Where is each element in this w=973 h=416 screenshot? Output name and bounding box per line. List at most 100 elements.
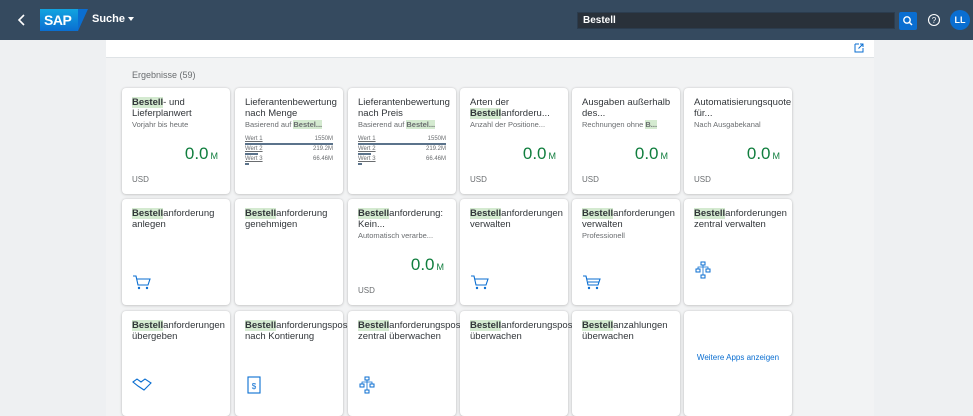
comparison-chart: Wert 1 1550M Wert 2 219.2M Wert 3 66.46M: [245, 136, 333, 166]
kpi-unit: USD: [470, 175, 487, 184]
kpi-value: 0.0: [184, 144, 209, 163]
comparison-label: Wert 2: [245, 146, 263, 152]
tile-subtitle: Basierend auf: [245, 120, 294, 129]
tile-title-rest: anforderu...: [501, 107, 550, 119]
tile-bestellanforderung-anlegen[interactable]: Bestellanforderung anlegen: [122, 199, 230, 305]
tile-title: Lieferantenbewertung nach Menge: [245, 97, 337, 119]
tile-title-highlight: Bestell: [582, 320, 614, 331]
tile-bestellanforderungspositionen-ueberwachen[interactable]: Bestellanforderungspositionen überwachen: [460, 311, 600, 416]
org-icon: [358, 376, 378, 394]
kpi-value: 0.0: [410, 255, 435, 274]
tile-bestellanforderungen-uebergeben[interactable]: Bestellanforderungen übergeben: [122, 311, 230, 416]
tile-subtitle-highlight: Bestel...: [406, 120, 436, 129]
tile-title-highlight: Bestell: [132, 208, 164, 219]
show-more-apps-link[interactable]: Weitere Apps anzeigen: [684, 351, 792, 364]
tile-title-highlight: Bestell: [470, 107, 502, 119]
tile-automatisierungsquote[interactable]: Automatisierungsquote für... Nach Ausgabe…: [684, 88, 792, 194]
document-icon: $: [245, 376, 265, 394]
tile-title: Arten der: [470, 97, 510, 108]
comparison-bar: [358, 153, 371, 155]
tile-lieferantenbewertung-preis[interactable]: Lieferantenbewertung nach Preis Basierend…: [348, 88, 456, 194]
svg-text:$: $: [252, 382, 257, 391]
tile-bestellanforderung-genehmigen[interactable]: Bestellanforderung genehmigen: [235, 199, 343, 305]
toolbar: [106, 40, 874, 58]
tile-subtitle: Vorjahr bis heute: [132, 120, 189, 129]
tile-subtitle: Rechnungen ohne: [582, 120, 646, 129]
tile-subtitle: Anzahl der Positione...: [470, 120, 546, 129]
kpi-value: 0.0: [634, 144, 659, 163]
tile-title: Lieferantenbewertung nach Preis: [358, 97, 450, 119]
back-icon[interactable]: [14, 12, 30, 28]
tile-bestellanforderungen-verwalten-professionell[interactable]: Bestellanforderungen verwalten Profession…: [572, 199, 680, 305]
tile-bestellanforderungen-verwalten[interactable]: Bestellanforderungen verwalten: [460, 199, 568, 305]
comparison-value: 66.46M: [312, 156, 333, 162]
comparison-label: Wert 3: [358, 156, 376, 162]
search-menu[interactable]: Suche: [92, 13, 135, 25]
show-more-apps-tile[interactable]: Weitere Apps anzeigen: [684, 311, 792, 416]
tile-ausgaben-ausserhalb[interactable]: Ausgaben außerhalb des... Rechnungen ohne…: [572, 88, 680, 194]
tile-title-highlight: Bestell: [132, 320, 164, 331]
cart-icon: [470, 273, 490, 291]
tile-subtitle: Automatisch verarbe...: [358, 231, 434, 240]
tile-bestell-lieferplanwert[interactable]: Bestell- und Lieferplanwert Vorjahr bis h…: [122, 88, 230, 194]
kpi-scale: M: [548, 151, 557, 161]
tile-bestellanforderung-kein[interactable]: Bestellanforderung: Kein... Automatisch v…: [348, 199, 456, 305]
sap-logo[interactable]: SAP: [40, 9, 88, 31]
comparison-bar: [358, 163, 362, 165]
tile-bestellanforderungspositionen-kontierung[interactable]: Bestellanforderungspositionen nach Konti…: [235, 311, 375, 416]
search-icon: [903, 16, 913, 26]
comparison-label: Wert 1: [358, 136, 376, 142]
kpi-scale: M: [436, 262, 445, 272]
tile-subtitle: Professionell: [582, 231, 625, 240]
tile-bestellanforderungspositionen-zentral[interactable]: Bestellanforderungspositionen zentral üb…: [348, 311, 488, 416]
comparison-chart: Wert 1 1550M Wert 2 219.2M Wert 3 66.46M: [358, 136, 446, 166]
comparison-value: 219.2M: [312, 146, 333, 152]
logo-text: SAP: [44, 12, 72, 28]
tile-title: Ausgaben außerhalb des...: [582, 97, 671, 119]
kpi-value: 0.0: [522, 144, 547, 163]
tile-subtitle-highlight: Bestel...: [293, 120, 323, 129]
kpi-unit: USD: [694, 175, 711, 184]
help-button[interactable]: ?: [927, 13, 941, 27]
comparison-value: 66.46M: [425, 156, 446, 162]
kpi-value: 0.0: [746, 144, 771, 163]
kpi-unit: USD: [582, 175, 599, 184]
tile-title-highlight: Bestell: [245, 208, 277, 219]
tile-title-highlight: Bestell: [358, 320, 390, 331]
tile-title-highlight: Bestell: [132, 97, 164, 108]
tile-bestellanzahlungen-ueberwachen[interactable]: Bestellanzahlungen überwachen: [572, 311, 680, 416]
search-input[interactable]: Bestell: [577, 12, 895, 29]
tile-title-highlight: Bestell: [694, 208, 726, 219]
comparison-value: 1550M: [314, 136, 333, 142]
tile-bestellanforderungen-zentral[interactable]: Bestellanforderungen zentral verwalten: [684, 199, 792, 305]
svg-text:?: ?: [932, 16, 937, 25]
results-count: Ergebnisse (59): [132, 70, 196, 80]
user-avatar[interactable]: LL: [950, 10, 970, 30]
org-icon: [694, 261, 714, 279]
tile-title: Automatisierungsquote für...: [694, 97, 792, 119]
search-menu-label: Suche: [92, 13, 126, 25]
comparison-label: Wert 3: [245, 156, 263, 162]
shell-bar: SAP Suche Bestell ? LL: [0, 0, 973, 40]
comparison-value: 1550M: [427, 136, 446, 142]
open-in-new-icon[interactable]: [852, 41, 866, 55]
search-button[interactable]: [899, 12, 917, 30]
tile-title-highlight: Bestell: [470, 208, 502, 219]
comparison-bar: [245, 163, 249, 165]
comparison-value: 219.2M: [425, 146, 446, 152]
tile-subtitle: Nach Ausgabekanal: [694, 120, 761, 129]
comparison-bar: [245, 153, 258, 155]
handshake-icon: [132, 376, 152, 394]
help-icon: ?: [927, 13, 941, 27]
kpi-scale: M: [660, 151, 669, 161]
tile-title-highlight: Bestell: [582, 208, 614, 219]
chevron-down-icon: [128, 17, 135, 22]
tile-lieferantenbewertung-menge[interactable]: Lieferantenbewertung nach Menge Basierend…: [235, 88, 343, 194]
kpi-scale: M: [772, 151, 781, 161]
kpi-scale: M: [210, 151, 219, 161]
cart-full-icon: [582, 273, 602, 291]
tile-title-highlight: Bestell: [358, 208, 390, 219]
tile-arten-bestellanforderungen[interactable]: Arten der Bestellanforderu... Anzahl der …: [460, 88, 568, 194]
tile-title-highlight: Bestell: [245, 320, 277, 331]
tile-subtitle-highlight: B...: [645, 120, 658, 129]
